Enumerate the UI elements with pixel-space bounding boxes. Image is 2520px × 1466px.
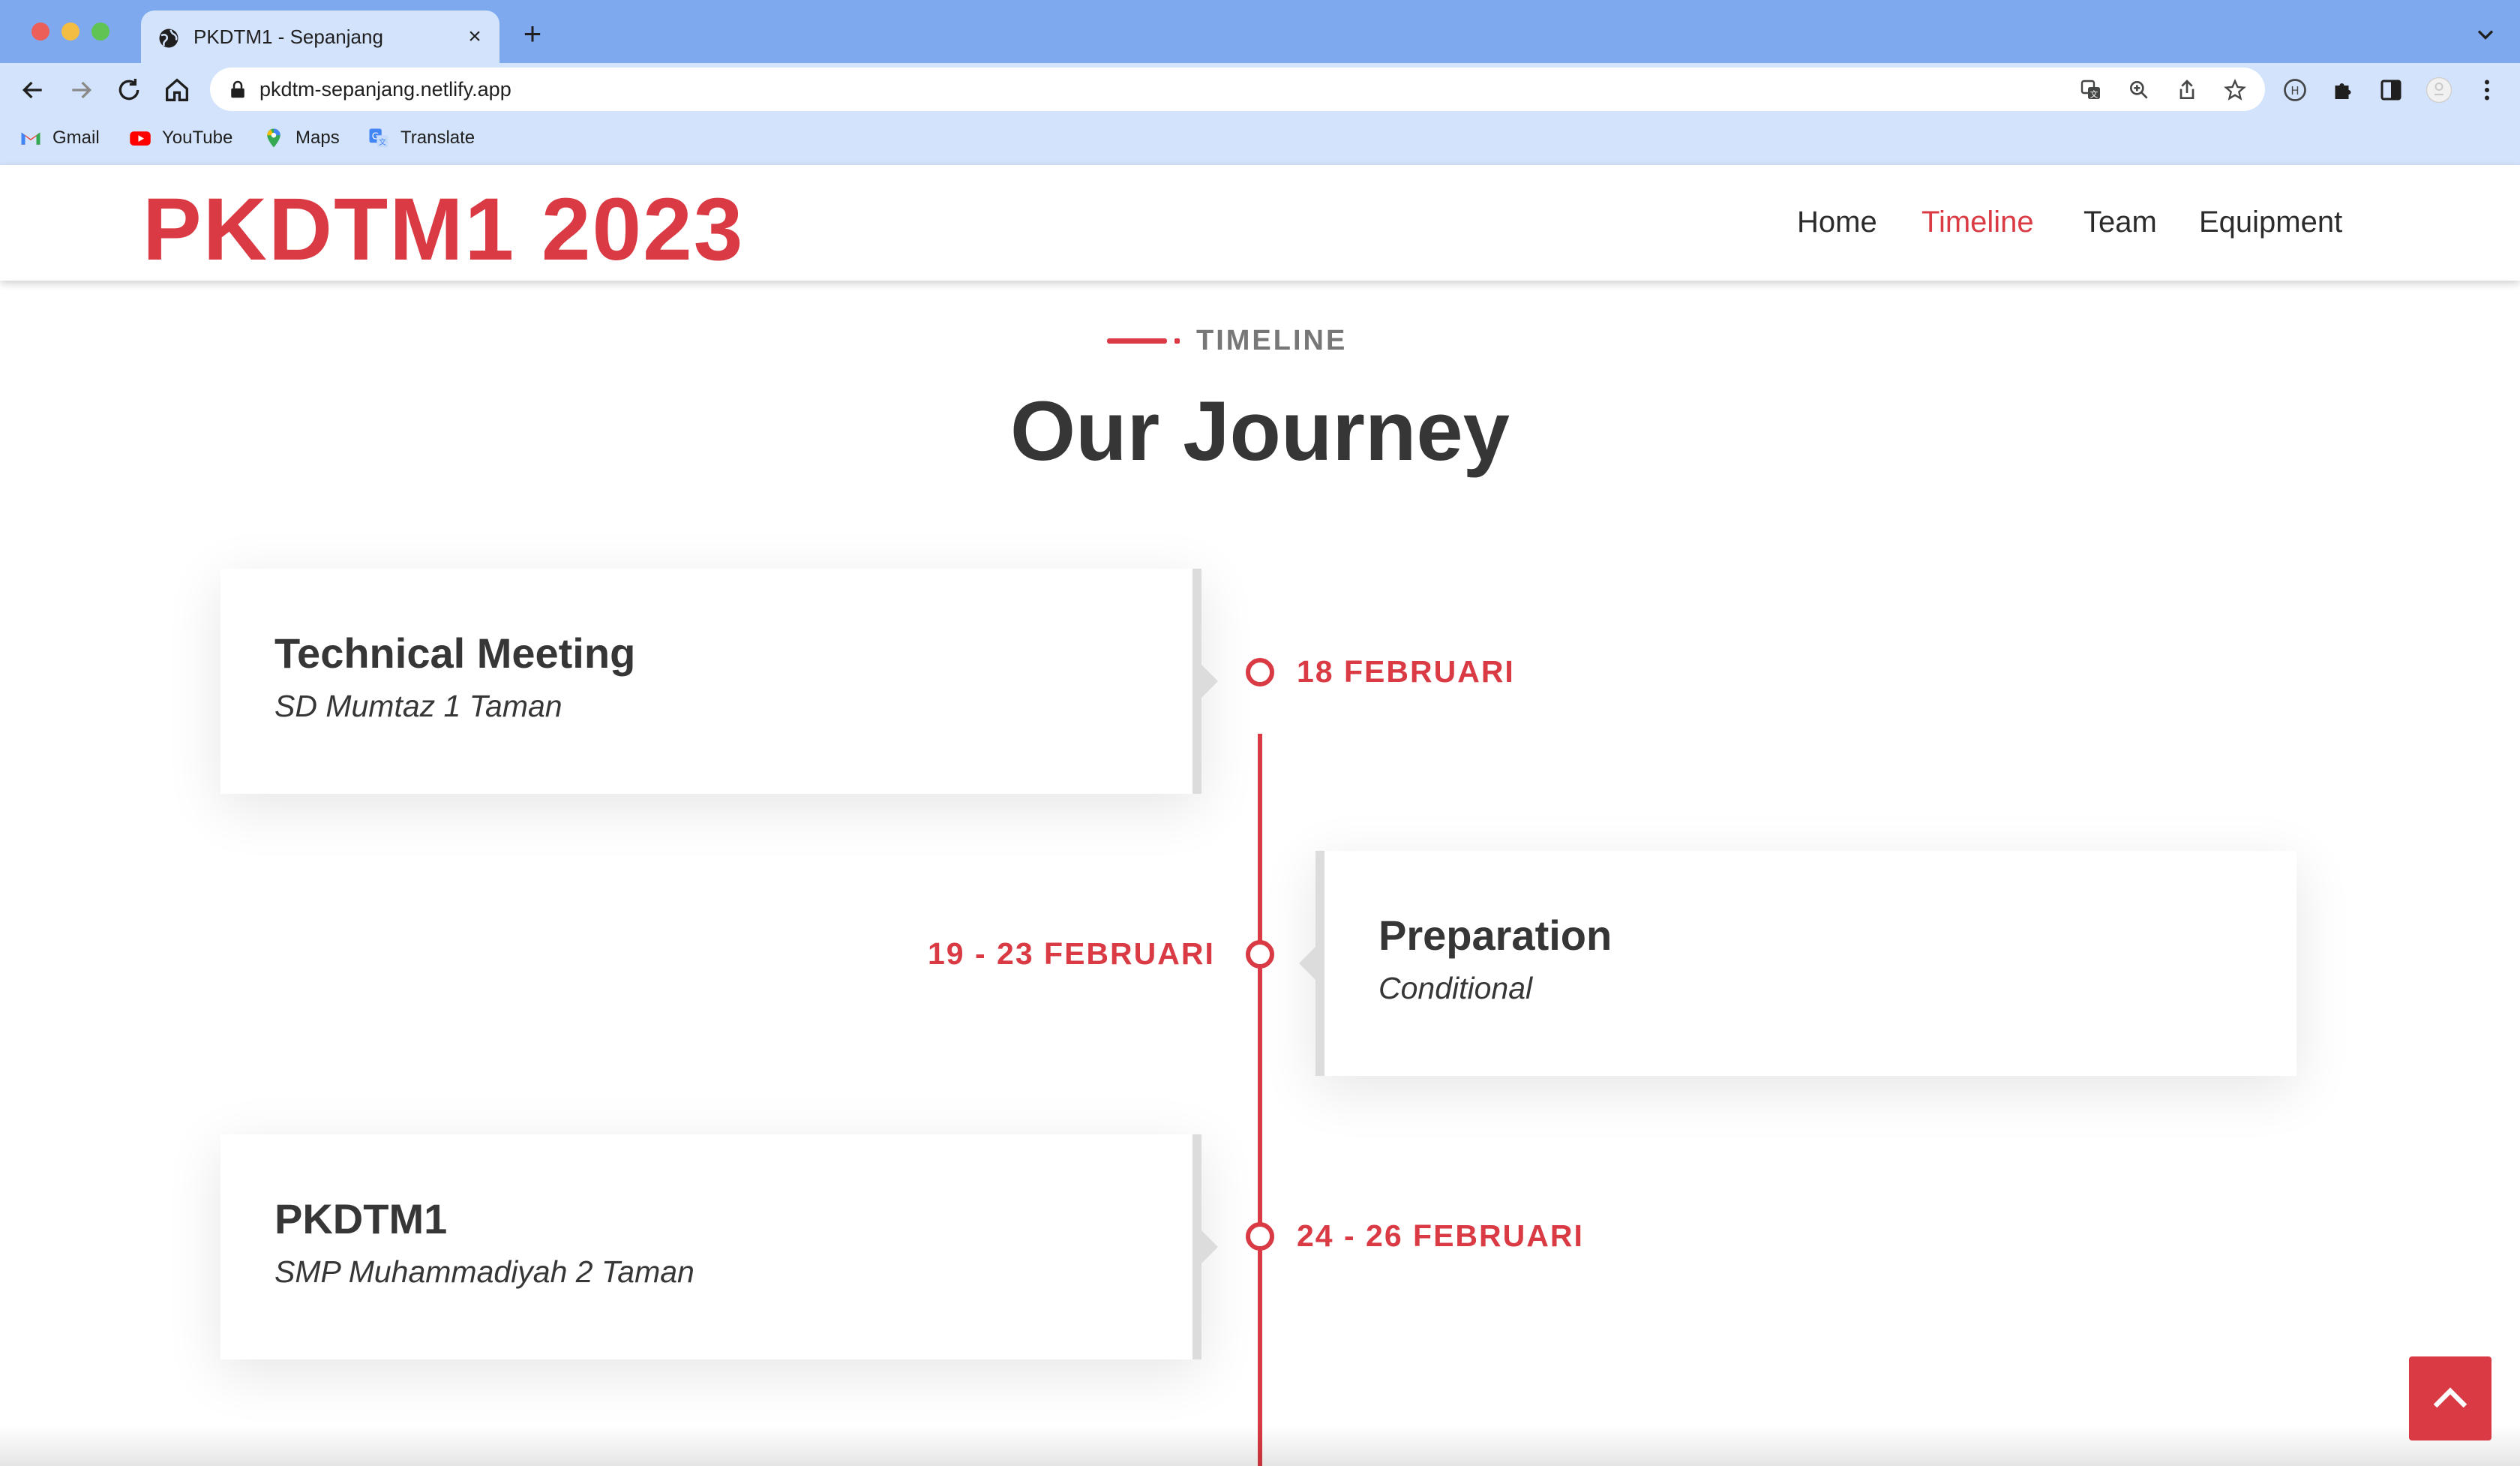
gmail-icon [21, 132, 40, 145]
zoom-icon[interactable] [2127, 78, 2151, 102]
new-tab-button[interactable]: + [518, 18, 548, 50]
svg-text:文: 文 [2090, 89, 2098, 99]
translate-icon: G 文 [369, 128, 388, 148]
label-dash [1107, 338, 1167, 344]
browser-menu-icon[interactable] [2474, 77, 2500, 104]
address-bar[interactable]: pkdtm-sepanjang.netlify.app [210, 68, 2265, 111]
site-logo[interactable]: PKDTM1 2023 [142, 179, 744, 281]
event-date: 18 FEBRUARI [1297, 654, 1515, 689]
maximize-window-button[interactable] [92, 23, 110, 41]
nav-timeline[interactable]: Timeline [1922, 206, 2034, 239]
browser-tab[interactable]: PKDTM1 - Sepanjang × [141, 11, 500, 63]
bookmark-translate[interactable]: G 文 Translate [368, 123, 475, 153]
nav-team[interactable]: Team [2084, 206, 2157, 239]
event-subtitle: SMP Muhammadiyah 2 Taman [274, 1254, 694, 1289]
label-dot [1174, 338, 1180, 344]
forward-button[interactable] [66, 75, 96, 105]
forward-arrow-icon [72, 81, 92, 99]
bookmark-youtube[interactable]: YouTube [129, 123, 232, 153]
extensions-puzzle-icon[interactable] [2330, 77, 2356, 104]
lock-icon [231, 80, 244, 98]
url-text: pkdtm-sepanjang.netlify.app [260, 78, 512, 101]
timeline-marker [1246, 658, 1274, 686]
bookmark-maps[interactable]: Maps [262, 123, 340, 153]
tab-title: PKDTM1 - Sepanjang [194, 26, 383, 48]
back-to-top-button[interactable] [2409, 1356, 2492, 1440]
globe-icon [159, 29, 178, 48]
minimize-window-button[interactable] [62, 23, 80, 41]
back-button[interactable] [18, 75, 48, 105]
timeline-line [1258, 734, 1262, 1466]
timeline-card: PKDTM1 SMP Muhammadiyah 2 Taman [220, 1134, 1218, 1359]
card-pointer [1299, 947, 1316, 980]
event-title: Preparation [1378, 912, 1612, 959]
home-button[interactable] [162, 75, 192, 105]
card-pointer [1202, 665, 1218, 698]
profile-avatar-icon[interactable] [2426, 77, 2452, 104]
site-header: PKDTM1 2023 Home Timeline Team Equipment [0, 165, 2520, 281]
event-date: 24 - 26 FEBRUARI [1297, 1218, 1584, 1253]
chevron-up-icon [2433, 1387, 2468, 1408]
web-page: PKDTM1 2023 Home Timeline Team Equipment… [0, 165, 2520, 1466]
event-title: PKDTM1 [274, 1195, 448, 1242]
extension-h-icon[interactable]: H [2282, 77, 2308, 104]
nav-equipment[interactable]: Equipment [2199, 206, 2342, 239]
reload-button[interactable] [114, 75, 144, 105]
card-pointer [1202, 1230, 1218, 1263]
close-window-button[interactable] [32, 23, 50, 41]
section-label: TIMELINE [1107, 324, 1347, 357]
timeline-marker [1246, 940, 1274, 969]
youtube-icon [130, 131, 151, 146]
svg-text:H: H [2290, 84, 2299, 98]
bookmark-gmail[interactable]: Gmail [20, 123, 100, 153]
timeline-card: Technical Meeting SD Mumtaz 1 Taman [220, 569, 1218, 794]
tab-search-chevron-icon[interactable] [2472, 21, 2499, 48]
event-subtitle: Conditional [1378, 971, 1533, 1005]
section-title: Our Journey [1010, 384, 1510, 478]
next-section-shadow [0, 1425, 2520, 1466]
event-title: Technical Meeting [274, 629, 636, 677]
svg-text:文: 文 [379, 137, 386, 147]
translate-page-icon[interactable]: 文 [2079, 78, 2103, 102]
close-tab-icon[interactable]: × [464, 26, 486, 48]
nav-home[interactable]: Home [1797, 206, 1877, 239]
maps-icon [267, 128, 280, 148]
reload-icon [118, 79, 140, 101]
timeline-marker [1246, 1222, 1274, 1251]
timeline-card: Preparation Conditional [1299, 851, 2296, 1076]
home-icon [166, 78, 188, 101]
side-panel-icon[interactable] [2378, 77, 2404, 104]
event-date: 19 - 23 FEBRUARI [928, 936, 1215, 971]
share-icon[interactable] [2175, 78, 2199, 102]
event-subtitle: SD Mumtaz 1 Taman [274, 689, 562, 723]
back-arrow-icon [22, 81, 42, 99]
bookmark-star-icon[interactable] [2223, 78, 2247, 102]
